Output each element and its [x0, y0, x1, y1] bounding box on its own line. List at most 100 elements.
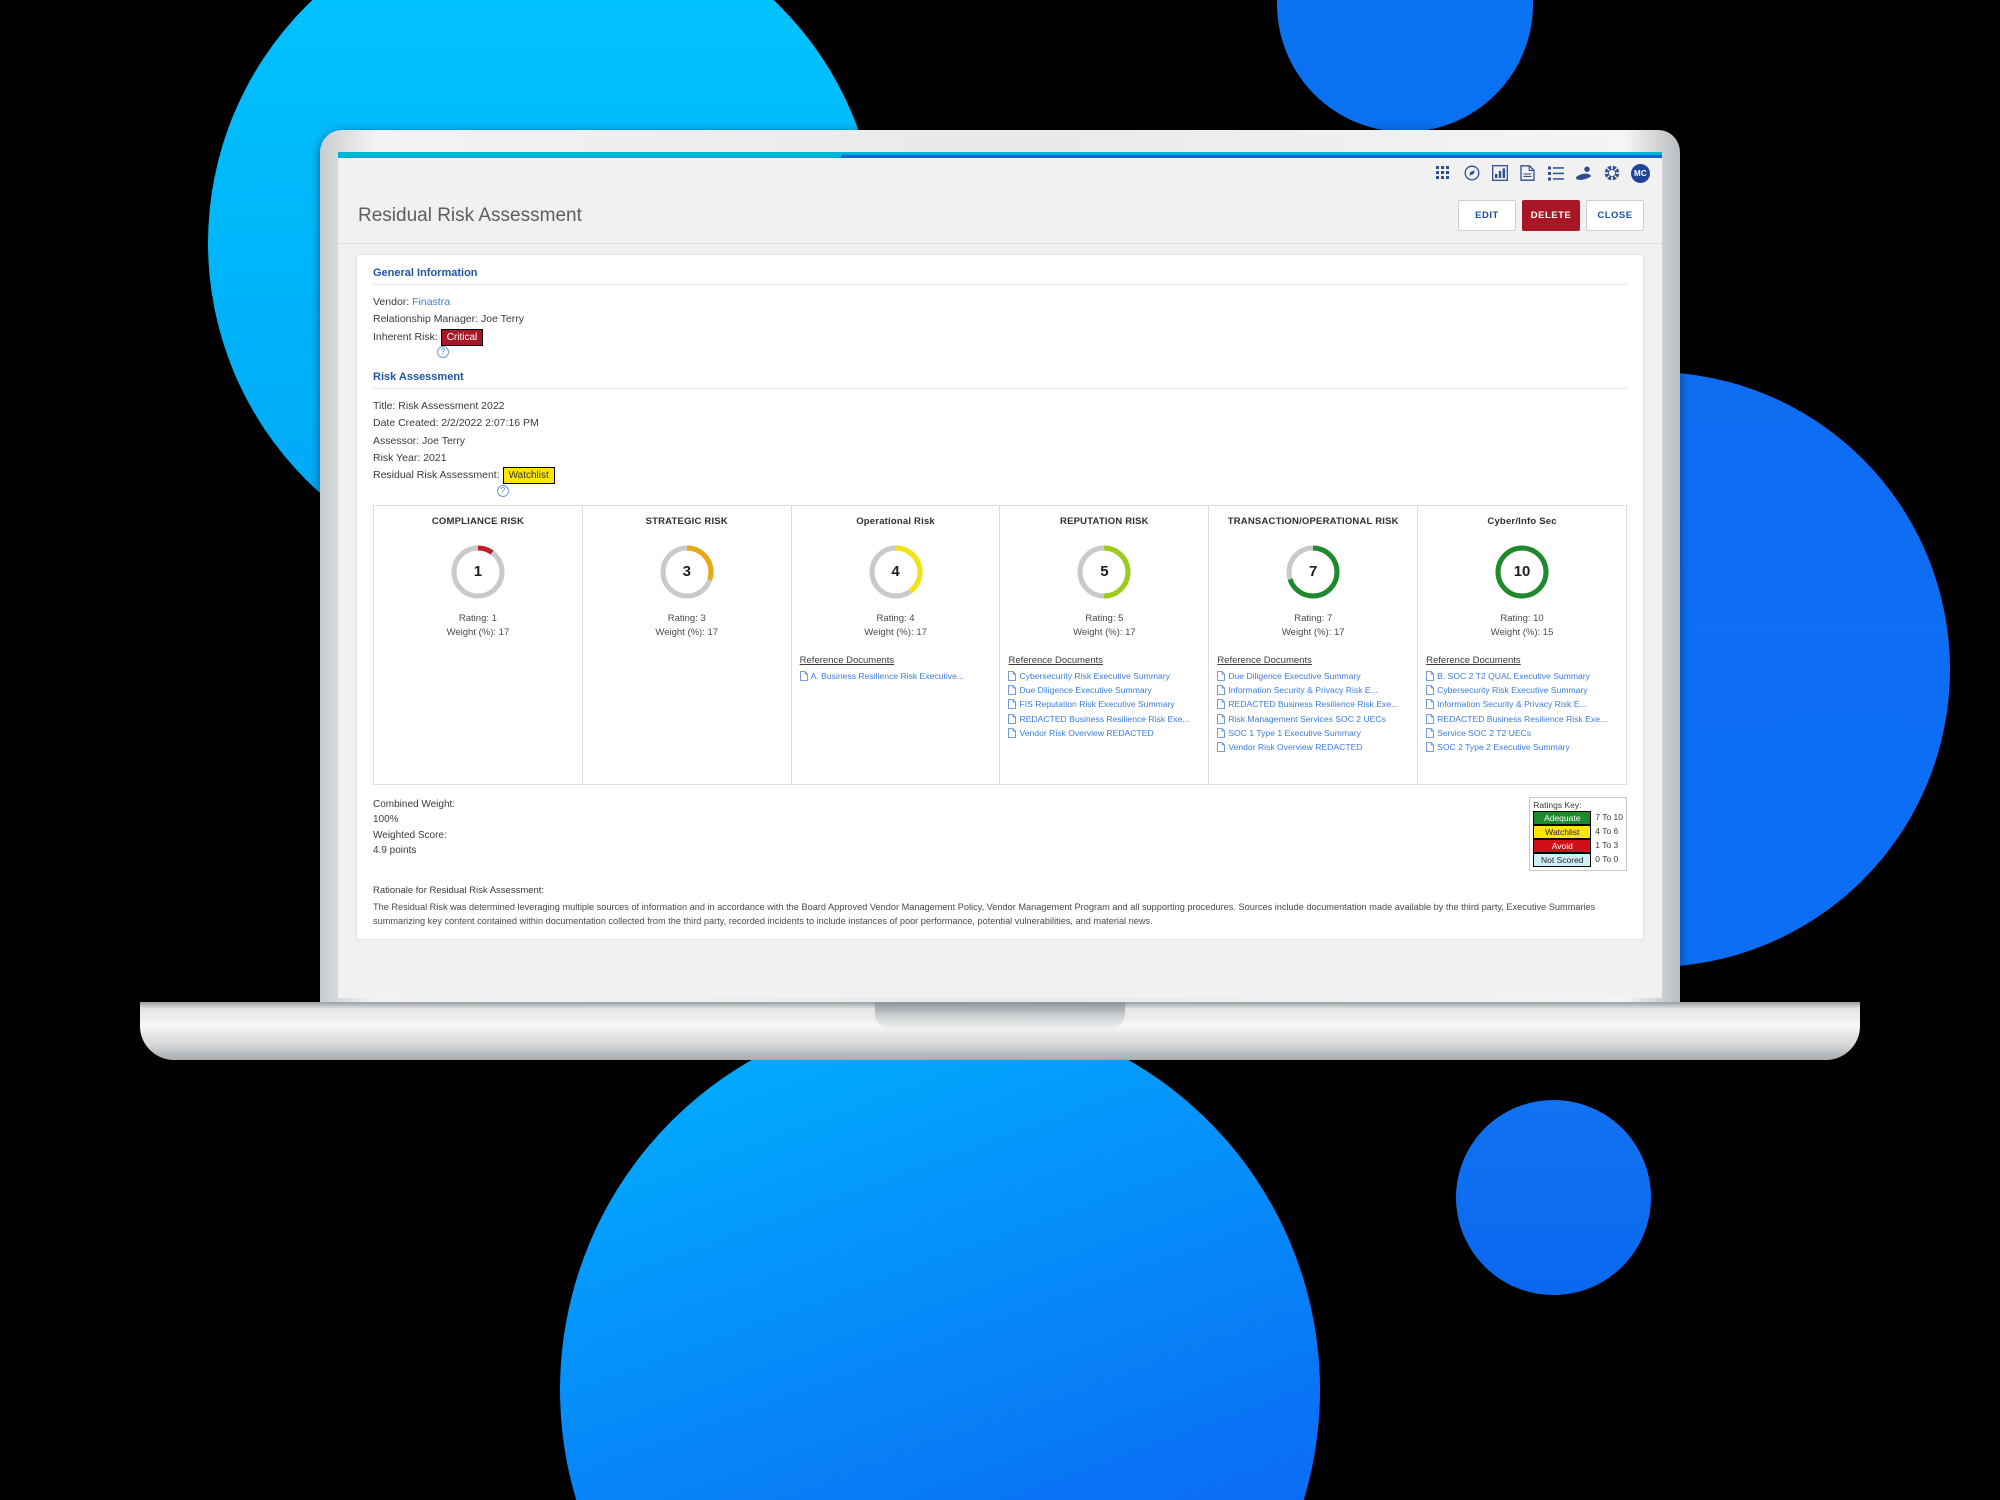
rationale-text: The Residual Risk was determined leverag… [373, 901, 1596, 927]
user-avatar[interactable]: MC [1631, 163, 1650, 183]
reference-document-link[interactable]: REDACTED Business Resilience Risk Exe... [1008, 713, 1200, 725]
relationship-manager-row: Relationship Manager: Joe Terry [373, 311, 1627, 328]
close-button[interactable]: CLOSE [1586, 200, 1644, 231]
apps-grid-icon[interactable] [1435, 165, 1452, 182]
compass-icon[interactable] [1463, 165, 1480, 182]
reference-document-link[interactable]: Service SOC 2 T2 UECs [1426, 727, 1618, 739]
inherent-risk-label: Inherent Risk: [373, 330, 438, 343]
reference-documents-block: Reference Documents Due Diligence Execut… [1217, 655, 1409, 755]
risk-card-title: TRANSACTION/OPERATIONAL RISK [1227, 515, 1399, 527]
reference-document-link[interactable]: Due Diligence Executive Summary [1217, 670, 1409, 682]
laptop-base [140, 1002, 1860, 1060]
risk-gauge-wrap: 4 [800, 544, 992, 600]
top-toolbar: MC [338, 158, 1662, 188]
totals-block: Combined Weight: 100% Weighted Score: 4.… [373, 797, 455, 859]
risk-gauge: 5 [1076, 544, 1132, 600]
decor-circle-blue-small [1456, 1100, 1651, 1295]
ratings-key-label: Avoid [1533, 838, 1592, 853]
risk-card-1: STRATEGIC RISK 3 Rating: 3 Weight (%): 1… [583, 505, 792, 784]
risk-rating-label: Rating: 3 [667, 612, 706, 624]
risk-assessment-heading: Risk Assessment [373, 371, 1627, 389]
edit-button[interactable]: EDIT [1458, 200, 1516, 231]
risk-year-row: Risk Year: 2021 [373, 450, 1627, 467]
risk-gauge-value: 10 [1513, 563, 1531, 580]
ratings-key-row: Adequate 7 To 10 [1533, 810, 1623, 825]
reference-document-link[interactable]: Information Security & Privacy Risk E... [1426, 698, 1618, 710]
reference-document-link[interactable]: FIS Reputation Risk Executive Summary [1008, 698, 1200, 710]
document-icon[interactable] [1519, 165, 1536, 182]
title-value: Risk Assessment 2022 [398, 399, 505, 412]
reference-document-link[interactable]: Vendor Risk Overview REDACTED [1008, 727, 1200, 739]
laptop-screen: MC Residual Risk Assessment EDIT DELETE … [338, 152, 1662, 998]
relationship-manager-value: Joe Terry [480, 313, 524, 326]
reference-document-link[interactable]: REDACTED Business Resilience Risk Exe... [1217, 698, 1409, 710]
risk-rating-label: Rating: 5 [1085, 612, 1124, 624]
reference-documents-heading: Reference Documents [1217, 654, 1312, 666]
weighted-score-value: 4.9 points [373, 845, 417, 856]
list-icon[interactable] [1547, 165, 1564, 182]
ratings-key: Ratings Key: Adequate 7 To 10 Watchlist … [1529, 796, 1627, 871]
combined-weight-label: Combined Weight: [373, 798, 456, 810]
ratings-key-label: Adequate [1533, 810, 1592, 825]
risk-gauge: 10 [1494, 544, 1550, 600]
risk-card-stats: Rating: 5 Weight (%): 17 [1008, 612, 1200, 641]
date-created-label: Date Created: [373, 417, 439, 430]
risk-weight-label: Weight (%): 17 [446, 627, 510, 639]
ratings-key-label: Not Scored [1533, 852, 1592, 867]
weighted-score-label: Weighted Score: [373, 829, 447, 841]
risk-gauge-wrap: 1 [382, 544, 574, 600]
reference-document-link[interactable]: B. SOC 2 T2 QUAL Executive Summary [1426, 670, 1618, 682]
date-created-value: 2/2/2022 2:07:16 PM [441, 417, 539, 430]
ratings-key-range: 7 To 10 [1595, 811, 1623, 822]
reference-document-link[interactable]: Cybersecurity Risk Executive Summary [1426, 684, 1618, 696]
inherent-risk-help-icon[interactable]: ? [437, 345, 449, 358]
reference-document-link[interactable]: Information Security & Privacy Risk E... [1217, 684, 1409, 696]
risk-card-0: COMPLIANCE RISK 1 Rating: 1 Weight (%): … [374, 505, 583, 784]
hand-info-icon[interactable] [1575, 165, 1592, 182]
reference-document-link[interactable]: SOC 2 Type 2 Executive Summary [1426, 741, 1618, 753]
reference-document-link[interactable]: SOC 1 Type 1 Executive Summary [1217, 727, 1409, 739]
ratings-key-range: 0 To 0 [1595, 853, 1619, 864]
risk-weight-label: Weight (%): 17 [1281, 627, 1345, 639]
risk-gauge: 4 [868, 544, 924, 600]
assessor-row: Assessor: Joe Terry [373, 433, 1627, 450]
risk-card-2: Operational Risk 4 Rating: 4 Weight (%):… [792, 505, 1001, 784]
bar-chart-icon[interactable] [1491, 165, 1508, 182]
residual-risk-row: Residual Risk Assessment: Watchlist [373, 467, 1627, 485]
risk-year-label: Risk Year: [373, 451, 421, 464]
risk-gauge: 7 [1285, 544, 1341, 600]
application-window: MC Residual Risk Assessment EDIT DELETE … [338, 158, 1662, 998]
content-sheet: General Information Vendor: Finastra Rel… [356, 254, 1644, 940]
ratings-key-row: Watchlist 4 To 6 [1533, 824, 1623, 839]
vendor-row: Vendor: Finastra [373, 294, 1627, 311]
risk-gauge-value: 7 [1309, 563, 1318, 580]
reference-document-link[interactable]: Risk Management Services SOC 2 UECs [1217, 713, 1409, 725]
risk-card-stats: Rating: 10 Weight (%): 15 [1426, 612, 1618, 641]
general-information-fields: Vendor: Finastra Relationship Manager: J… [373, 294, 1627, 358]
risk-card-stats: Rating: 3 Weight (%): 17 [591, 612, 783, 641]
risk-card-stats: Rating: 1 Weight (%): 17 [382, 612, 574, 641]
residual-risk-help-icon[interactable]: ? [497, 484, 509, 497]
risk-card-4: TRANSACTION/OPERATIONAL RISK 7 Rating: 7… [1209, 505, 1419, 784]
reference-document-link[interactable]: Vendor Risk Overview REDACTED [1217, 741, 1409, 753]
reference-document-link[interactable]: Cybersecurity Risk Executive Summary [1008, 670, 1200, 682]
decor-circle-blue-bottom [560, 1010, 1320, 1500]
reference-document-link[interactable]: A. Business Resilience Risk Executive... [799, 670, 992, 682]
assessor-label: Assessor: [373, 434, 420, 447]
risk-gauge: 1 [450, 544, 506, 600]
risk-weight-label: Weight (%): 17 [1073, 627, 1136, 639]
risk-assessment-fields: Title: Risk Assessment 2022 Date Created… [373, 398, 1627, 497]
risk-rating-label: Rating: 7 [1294, 612, 1333, 624]
risk-gauge-wrap: 3 [591, 544, 783, 600]
vendor-link[interactable]: Finastra [412, 296, 450, 308]
reference-documents-block: Reference Documents Cybersecurity Risk E… [1008, 655, 1200, 741]
vendor-label: Vendor: [373, 296, 410, 308]
delete-button[interactable]: DELETE [1522, 200, 1580, 231]
reference-documents-block: Reference Documents B. SOC 2 T2 QUAL Exe… [1426, 655, 1618, 755]
risk-rating-label: Rating: 4 [876, 612, 915, 624]
assessor-value: Joe Terry [422, 434, 466, 447]
rationale-heading: Rationale for Residual Risk Assessment: [373, 884, 545, 896]
reference-document-link[interactable]: REDACTED Business Resilience Risk Exe... [1426, 713, 1618, 725]
reference-document-link[interactable]: Due Diligence Executive Summary [1008, 684, 1200, 696]
globe-icon[interactable] [1603, 165, 1620, 182]
